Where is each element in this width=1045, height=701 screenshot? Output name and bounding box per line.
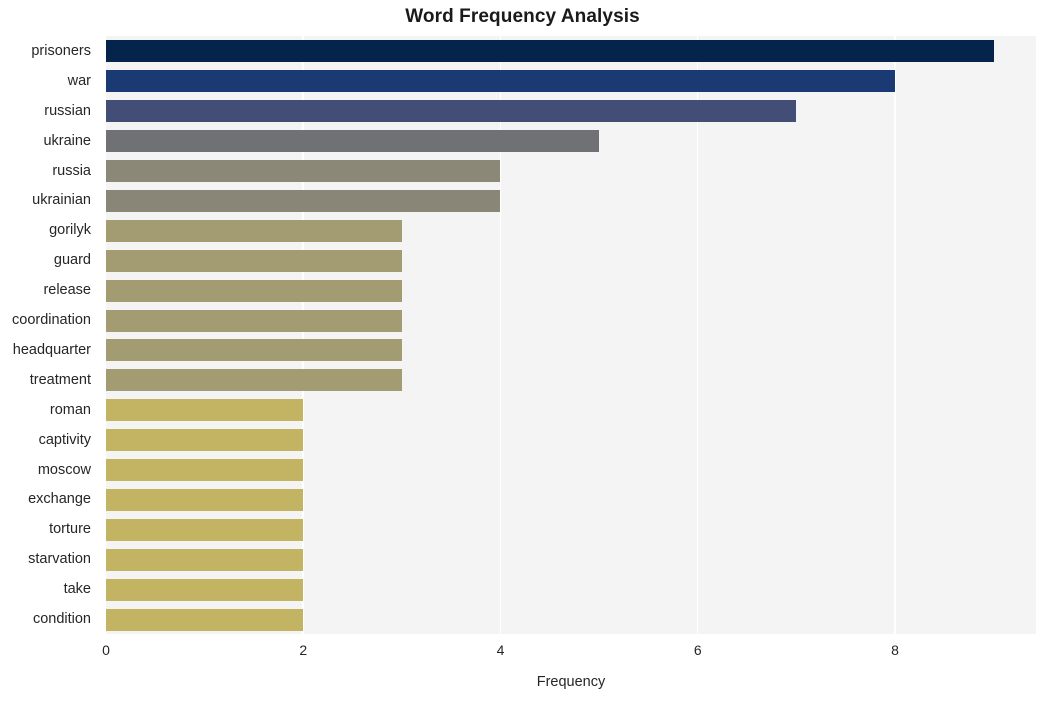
y-tick-label: exchange — [28, 491, 91, 508]
y-tick-label: starvation — [28, 551, 91, 568]
x-tick-label: 6 — [693, 642, 702, 658]
bar — [106, 339, 402, 362]
y-tick-label: guard — [53, 252, 91, 269]
bar — [106, 459, 304, 482]
y-tick-label: gorilyk — [49, 222, 91, 239]
bar — [106, 219, 402, 242]
bar — [106, 160, 501, 183]
y-tick-label: treatment — [29, 371, 91, 388]
y-tick-label: torture — [49, 521, 91, 538]
y-tick-label: ukraine — [43, 132, 91, 149]
y-tick-label: war — [67, 72, 91, 89]
y-tick-label: russian — [44, 102, 91, 119]
y-tick-label: release — [43, 282, 91, 299]
bar — [106, 40, 994, 63]
y-tick-label: captivity — [38, 431, 91, 448]
bar — [106, 608, 304, 631]
bar — [106, 429, 304, 452]
bar — [106, 578, 304, 601]
x-tick-label: 0 — [102, 642, 110, 658]
y-tick-label: prisoners — [31, 42, 91, 59]
y-axis-tick-labels: prisoners war russian ukraine russia ukrainia… — [0, 36, 100, 634]
bar — [106, 369, 402, 392]
bar — [106, 249, 402, 272]
y-tick-label: russia — [52, 162, 91, 179]
x-axis-tick-labels: 0 2 4 6 8 — [102, 634, 1036, 662]
bar — [106, 189, 501, 212]
y-tick-label: coordination — [12, 312, 91, 329]
bar — [106, 70, 895, 93]
y-tick-label: take — [63, 581, 91, 598]
x-tick-label: 4 — [496, 642, 505, 658]
bar — [106, 279, 402, 302]
y-tick-label: condition — [32, 611, 91, 628]
bar — [106, 518, 304, 541]
bar — [106, 309, 402, 332]
chart-title: Word Frequency Analysis — [405, 6, 640, 27]
bar — [106, 488, 304, 511]
y-tick-label: moscow — [37, 461, 91, 478]
bar — [106, 100, 797, 123]
plot-area — [106, 36, 1036, 634]
bar — [106, 548, 304, 571]
x-axis-title: Frequency — [536, 674, 606, 690]
y-tick-label: headquarter — [12, 341, 91, 358]
y-tick-label: roman — [49, 401, 91, 418]
chart-figure: Word Frequency Analysis prisoners war russ… — [0, 0, 1045, 701]
y-tick-label: ukrainian — [32, 192, 91, 209]
bar — [106, 399, 304, 422]
bar — [106, 130, 600, 153]
x-tick-label: 8 — [891, 642, 899, 658]
bars-layer — [106, 36, 1036, 634]
x-tick-label: 2 — [299, 642, 308, 658]
